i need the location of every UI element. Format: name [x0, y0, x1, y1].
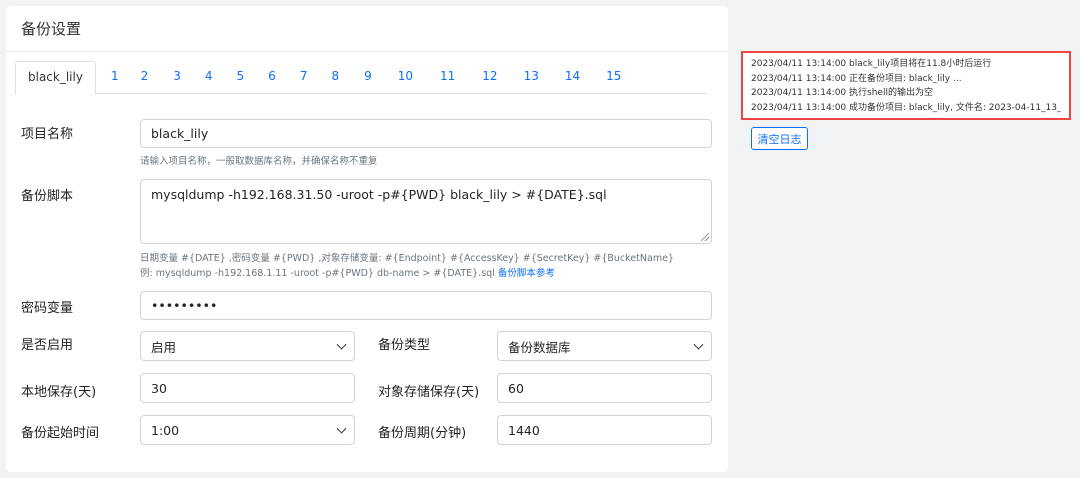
backup-script-text: mysqldump -h192.168.31.50 -uroot -p#{PWD… — [151, 187, 607, 202]
tab-9[interactable]: 9 — [351, 61, 385, 94]
log-line: 2023/04/11 13:14:00 black_lily项目将在11.8小时… — [751, 59, 992, 69]
backup-script-textarea[interactable]: mysqldump -h192.168.31.50 -uroot -p#{PWD… — [140, 179, 712, 244]
tab-1[interactable]: 1 — [102, 61, 128, 94]
tab-12[interactable]: 12 — [469, 61, 510, 94]
start-time-label: 备份起始时间 — [21, 426, 100, 441]
tab-2[interactable]: 2 — [128, 61, 162, 94]
enabled-select[interactable]: 启用 — [140, 331, 355, 361]
backup-script-label: 备份脚本 — [21, 189, 74, 204]
backup-type-label: 备份类型 — [378, 338, 431, 353]
project-name-input[interactable]: black_lily — [140, 119, 712, 148]
tab-14[interactable]: 14 — [552, 61, 593, 94]
resize-grip-icon[interactable] — [701, 233, 709, 241]
enabled-select-value: 启用 — [151, 339, 177, 355]
project-name-label: 项目名称 — [21, 127, 74, 142]
script-example-text: 例: mysqldump -h192.168.1.11 -uroot -p#{P… — [140, 268, 495, 279]
chevron-down-icon — [336, 339, 347, 350]
password-var-label: 密码变量 — [21, 301, 74, 316]
chevron-down-icon — [336, 423, 347, 434]
start-time-select-value: 1:00 — [151, 422, 180, 438]
log-line: 2023/04/11 13:14:00 成功备份项目: black_lily, … — [751, 102, 1061, 113]
log-line: 2023/04/11 13:14:00 执行shell的输出为空 — [751, 88, 933, 98]
tab-3[interactable]: 3 — [161, 61, 193, 94]
tab-4[interactable]: 4 — [193, 61, 225, 94]
enabled-label: 是否启用 — [21, 338, 74, 353]
tab-11[interactable]: 11 — [426, 61, 469, 94]
log-panel: 2023/04/11 13:14:00 black_lily项目将在11.8小时… — [741, 51, 1071, 120]
tab-10[interactable]: 10 — [385, 61, 426, 94]
backup-period-label: 备份周期(分钟) — [378, 426, 467, 441]
local-retention-label: 本地保存(天) — [21, 385, 97, 400]
project-tabs: black_lily 1 2 3 4 5 6 7 8 9 10 11 12 13… — [15, 61, 707, 95]
card-title: 备份设置 — [6, 6, 728, 52]
script-example-help: 例: mysqldump -h192.168.1.11 -uroot -p#{P… — [140, 265, 555, 279]
script-variables-help: 日期变量 #{DATE} ,密码变量 #{PWD} ,对象存储变量: #{End… — [140, 253, 674, 264]
tab-15[interactable]: 15 — [593, 61, 634, 94]
password-var-input[interactable]: ••••••••• — [140, 291, 712, 320]
object-retention-input[interactable]: 60 — [497, 373, 712, 403]
tab-5[interactable]: 5 — [225, 61, 257, 94]
tab-8[interactable]: 8 — [319, 61, 351, 94]
log-line: 2023/04/11 13:14:00 正在备份项目: black_lily .… — [751, 73, 962, 84]
start-time-select[interactable]: 1:00 — [140, 415, 355, 445]
project-name-help: 请输入项目名称，一般取数据库名称，并确保名称不重复 — [140, 156, 378, 167]
tab-7[interactable]: 7 — [288, 61, 320, 94]
tab-black-lily[interactable]: black_lily — [15, 61, 96, 95]
tab-6[interactable]: 6 — [256, 61, 288, 94]
object-retention-label: 对象存储保存(天) — [378, 385, 480, 400]
backup-period-input[interactable]: 1440 — [497, 415, 712, 445]
local-retention-input[interactable]: 30 — [140, 373, 355, 403]
backup-type-select-value: 备份数据库 — [508, 339, 571, 355]
script-reference-link[interactable]: 备份脚本参考 — [498, 268, 555, 279]
tab-13[interactable]: 13 — [511, 61, 552, 94]
chevron-down-icon — [693, 339, 704, 350]
backup-type-select[interactable]: 备份数据库 — [497, 331, 712, 361]
clear-log-button[interactable]: 清空日志 — [751, 127, 808, 150]
